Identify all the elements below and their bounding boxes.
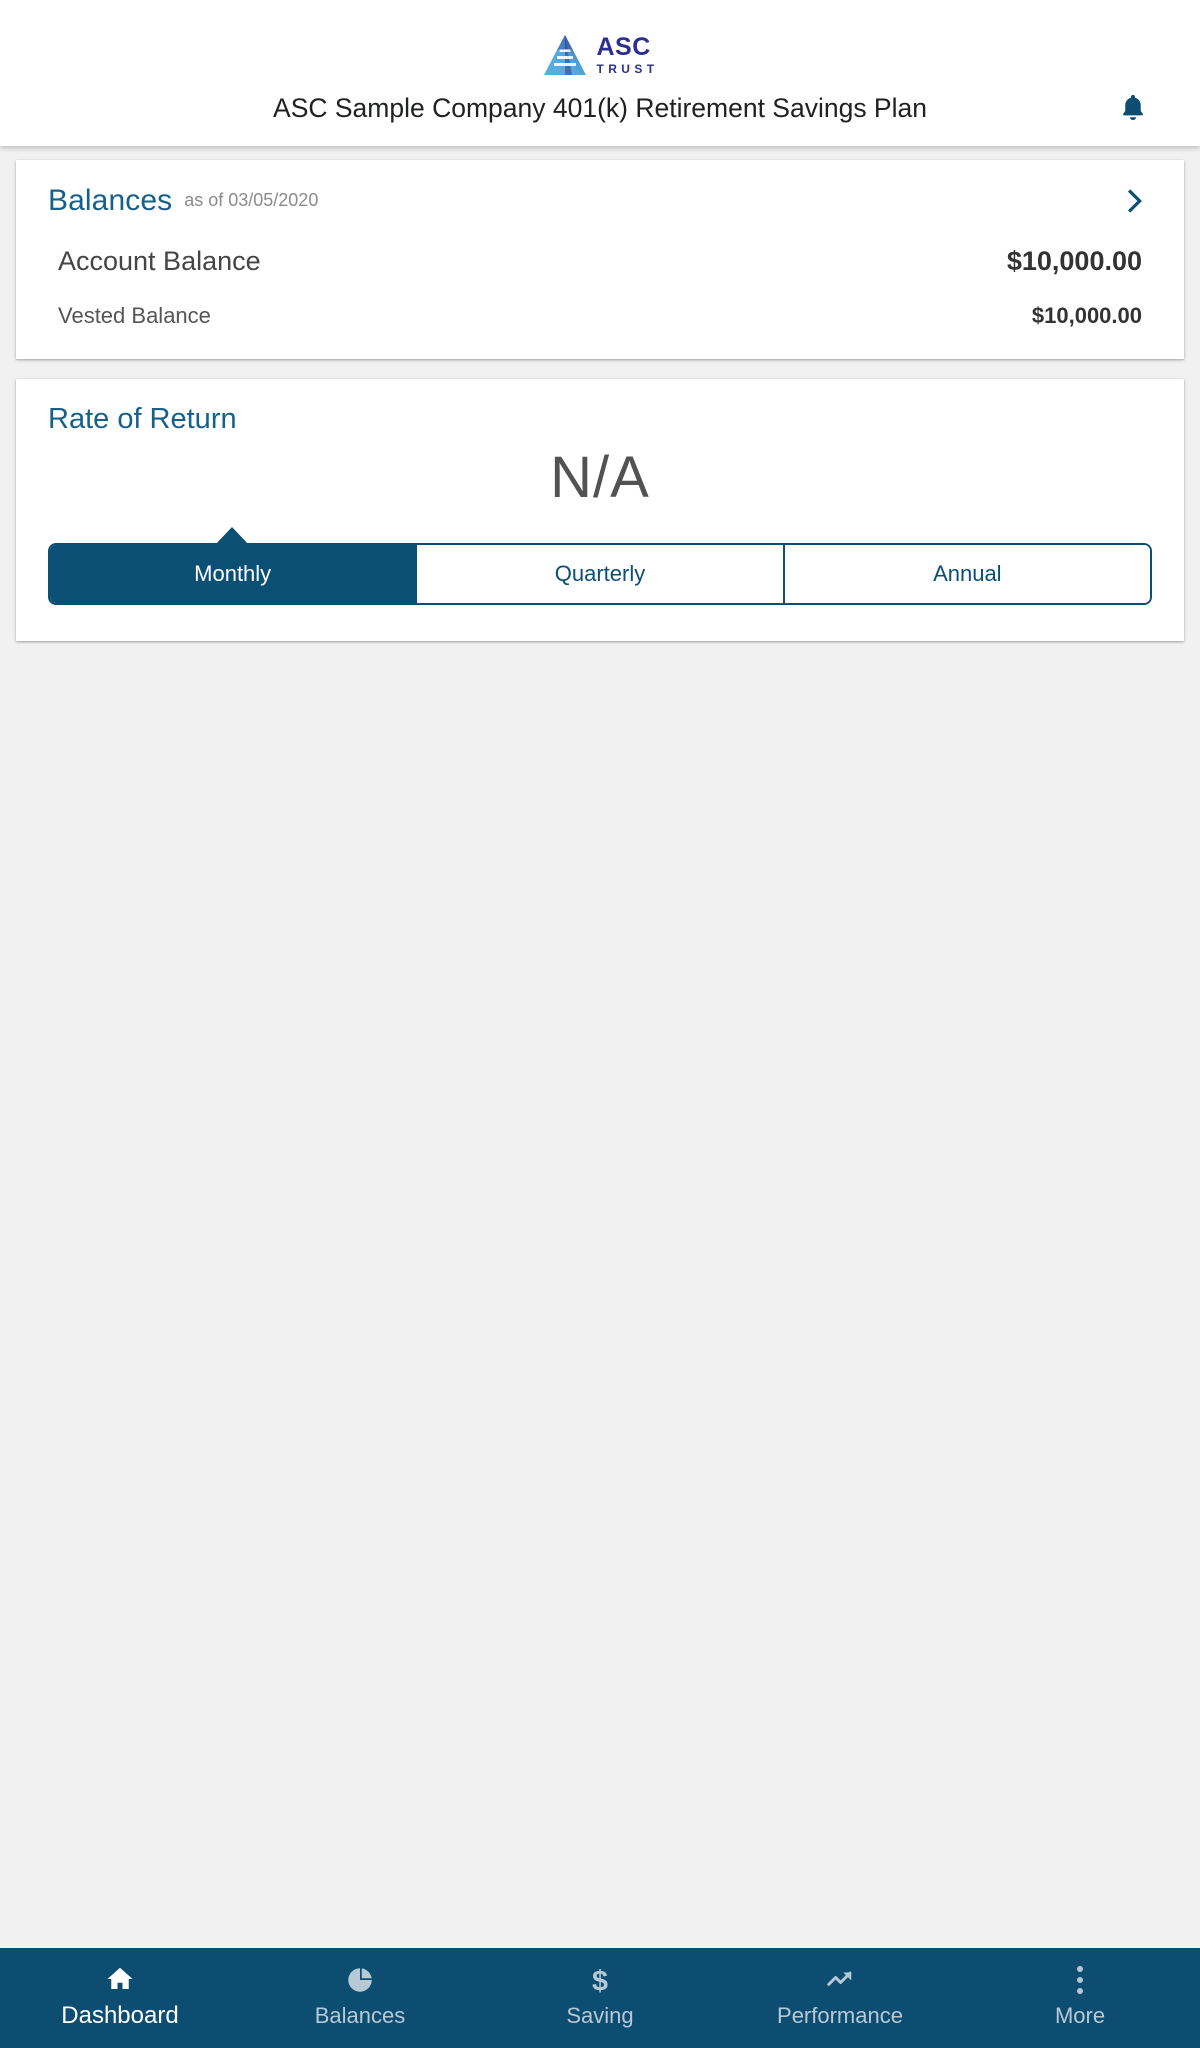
- logo-secondary-text: TRUST: [596, 62, 659, 76]
- notifications-button[interactable]: [1108, 83, 1158, 133]
- nav-item-dashboard[interactable]: Dashboard: [0, 1948, 240, 2044]
- nav-item-more-label: More: [1054, 2003, 1106, 2028]
- table-row: Account Balance $10,000.00: [48, 246, 1152, 277]
- period-tab-monthly[interactable]: Monthly: [50, 544, 418, 603]
- pie-chart-icon: [345, 1965, 375, 1995]
- vested-balance-label: Vested Balance: [58, 303, 211, 328]
- balances-card-header: Balances as of 03/05/2020: [48, 184, 1152, 218]
- period-tab-quarterly[interactable]: Quarterly: [417, 544, 785, 603]
- account-balance-label: Account Balance: [58, 246, 261, 276]
- plan-title-row: ASC Sample Company 401(k) Retirement Sav…: [0, 84, 1200, 132]
- nav-item-saving-label: Saving: [566, 2003, 634, 2028]
- table-row: Vested Balance $10,000.00: [48, 303, 1152, 329]
- period-tab-monthly-label: Monthly: [194, 560, 272, 586]
- balances-card[interactable]: Balances as of 03/05/2020 Account Balanc…: [16, 160, 1184, 359]
- rate-of-return-title: Rate of Return: [48, 403, 237, 435]
- brand-logo: ASC TRUST: [0, 26, 1200, 84]
- account-balance-value: $10,000.00: [1006, 246, 1142, 276]
- period-tab-annual[interactable]: Annual: [784, 544, 1150, 603]
- nav-item-more[interactable]: More: [960, 1948, 1200, 2044]
- nav-item-saving[interactable]: $ Saving: [480, 1948, 720, 2044]
- more-vertical-icon: [1077, 1965, 1083, 1995]
- rate-of-return-value: N/A: [550, 445, 650, 510]
- dollar-sign-icon: $: [585, 1965, 615, 1996]
- logo-primary-text: ASC: [596, 33, 651, 61]
- selected-period-pointer: [48, 526, 416, 545]
- asc-pyramid-logo-icon: [543, 35, 586, 75]
- balances-title: Balances: [48, 184, 173, 217]
- period-selector: Monthly Quarterly Annual: [48, 526, 1152, 605]
- trending-up-icon: [824, 1965, 856, 1995]
- nav-item-performance-label: Performance: [777, 2003, 903, 2028]
- svg-text:$: $: [592, 1966, 608, 1996]
- main-content: Balances as of 03/05/2020 Account Balanc…: [0, 146, 1200, 1948]
- balances-as-of-date: as of 03/05/2020: [184, 189, 319, 210]
- nav-item-performance[interactable]: Performance: [720, 1948, 960, 2044]
- bell-icon: [1123, 94, 1143, 120]
- nav-item-balances-label: Balances: [314, 2003, 406, 2028]
- app-screen: ASC TRUST ASC Sample Company 401(k) Reti…: [0, 0, 1200, 2048]
- chevron-right-icon: [1127, 189, 1142, 213]
- page-title: ASC Sample Company 401(k) Retirement Sav…: [273, 92, 927, 123]
- nav-item-dashboard-label: Dashboard: [61, 2002, 179, 2029]
- app-header: ASC TRUST ASC Sample Company 401(k) Reti…: [0, 0, 1200, 146]
- nav-item-balances[interactable]: Balances: [240, 1948, 480, 2044]
- period-tab-annual-label: Annual: [933, 560, 1002, 586]
- bottom-navigation-bar: Dashboard Balances $ Saving Performance …: [0, 1948, 1200, 2048]
- rate-of-return-card: Rate of Return N/A Monthly Quarterly Ann…: [16, 379, 1184, 641]
- period-tab-quarterly-label: Quarterly: [554, 560, 646, 586]
- balances-detail-button[interactable]: [1112, 179, 1156, 223]
- vested-balance-value: $10,000.00: [1031, 303, 1142, 328]
- home-icon: [105, 1964, 135, 1994]
